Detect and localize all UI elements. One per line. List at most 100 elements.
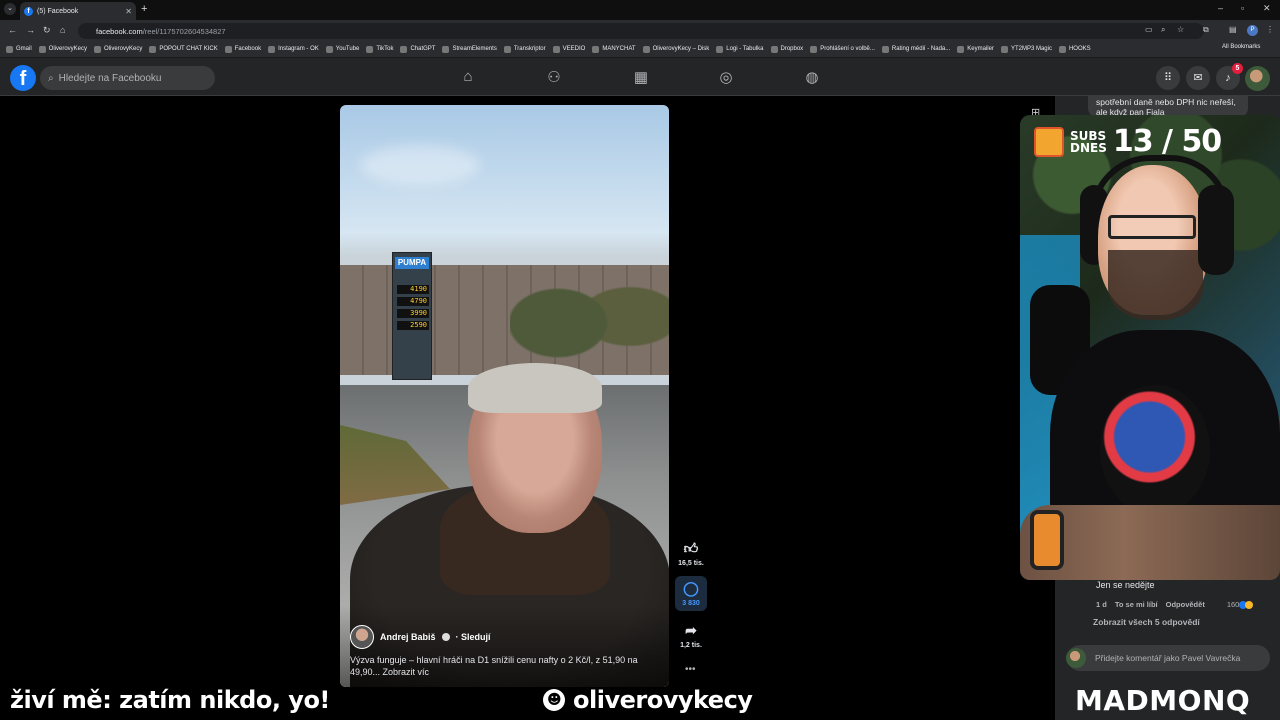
bookmark-label: Instagram - OK bbox=[278, 46, 319, 52]
close-window-icon[interactable]: ✕ bbox=[1263, 3, 1271, 14]
bookmark-label: Rating médií - Nada... bbox=[891, 46, 951, 52]
bookmark-item[interactable]: VEEDIO bbox=[552, 45, 586, 53]
home-icon[interactable]: ⌂ bbox=[60, 25, 65, 35]
subs-goal: SUBS DNES 13 / 50 bbox=[1034, 124, 1222, 159]
browser-menu-icon[interactable]: ⋮ bbox=[1266, 25, 1274, 34]
reel-author[interactable]: Andrej Babiš · Sledují bbox=[350, 625, 491, 649]
more-options-icon[interactable]: ••• bbox=[685, 664, 696, 675]
extensions-icon[interactable]: ⧉ bbox=[1203, 25, 1209, 35]
all-bookmarks-button[interactable]: All Bookmarks bbox=[1222, 44, 1260, 50]
bookmark-item[interactable]: ChatGPT bbox=[400, 45, 435, 53]
friends-nav-icon[interactable]: ⚇ bbox=[543, 68, 565, 88]
stream-ticker: živí mě: zatím nikdo, yo! bbox=[10, 686, 330, 714]
menu-grid-icon[interactable]: ⠿ bbox=[1156, 66, 1180, 90]
bookmark-label: POPOUT CHAT KICK bbox=[159, 46, 218, 52]
webcam-shirt-print bbox=[1100, 385, 1210, 515]
profile-avatar[interactable] bbox=[1245, 66, 1270, 91]
reaction-summary[interactable]: 160 bbox=[1226, 600, 1254, 610]
bookmark-label: VEEDIO bbox=[562, 46, 586, 52]
bookmark-label: StreamElements bbox=[452, 46, 497, 52]
bookmark-item[interactable]: YT2MP3 Magic bbox=[1000, 45, 1052, 53]
subs-count: 13 / 50 bbox=[1112, 124, 1222, 159]
bookmark-item[interactable]: Transkriptor bbox=[503, 45, 546, 53]
bookmark-label: Prohlášení o volbě... bbox=[820, 46, 875, 52]
bookmark-item[interactable]: Dropbox bbox=[770, 45, 803, 53]
bookmark-favicon-icon bbox=[1058, 45, 1066, 53]
thumbs-up-icon: 👍︎ bbox=[683, 540, 699, 556]
bookmark-item[interactable]: Instagram - OK bbox=[268, 45, 319, 53]
reply-like-link[interactable]: To se mi líbí bbox=[1115, 600, 1158, 609]
bookmark-label: OliverovyKecy – Disk bbox=[652, 46, 710, 52]
video-trees bbox=[510, 245, 669, 375]
reply-answer-link[interactable]: Odpovědět bbox=[1166, 600, 1205, 609]
fuel-price: 4190 bbox=[397, 285, 429, 294]
webcam-watch bbox=[1030, 510, 1064, 570]
url-host: facebook.com bbox=[96, 26, 143, 36]
bookmark-favicon-icon bbox=[1000, 45, 1008, 53]
bookmark-item[interactable]: StreamElements bbox=[442, 45, 497, 53]
subs-label: SUBS DNES bbox=[1070, 130, 1107, 154]
groups-nav-icon[interactable]: ◎ bbox=[715, 68, 737, 88]
share-button[interactable]: ➦ 1,2 tis. bbox=[675, 622, 707, 649]
bookmark-item[interactable]: MANYCHAT bbox=[592, 45, 636, 53]
bookmark-item[interactable]: YouTube bbox=[325, 45, 359, 53]
minimize-icon[interactable]: – bbox=[1218, 3, 1223, 13]
facebook-search-input[interactable]: ⌕ Hledejte na Facebooku bbox=[40, 66, 215, 90]
home-nav-icon[interactable]: ⌂ bbox=[457, 68, 479, 88]
cast-icon[interactable]: ▤ bbox=[1229, 25, 1237, 34]
marketplace-nav-icon[interactable]: ▦ bbox=[630, 68, 652, 88]
zoom-icon[interactable]: ⌕ bbox=[1161, 25, 1165, 35]
comment-bubble-icon: ◯ bbox=[683, 580, 699, 596]
webcam-beard bbox=[1108, 250, 1203, 320]
browser-profile-avatar[interactable]: P bbox=[1247, 25, 1258, 36]
facebook-logo[interactable]: f bbox=[10, 65, 36, 91]
new-tab-icon[interactable]: + bbox=[141, 3, 147, 15]
install-icon[interactable]: ▭ bbox=[1145, 25, 1153, 34]
author-avatar[interactable] bbox=[350, 625, 374, 649]
bookmark-label: Keymailer bbox=[967, 46, 994, 52]
smile-logo-icon: ☻ bbox=[543, 689, 565, 711]
comment-input[interactable]: Přidejte komentář jako Pavel Vavrečka bbox=[1067, 645, 1270, 671]
bookmark-item[interactable]: POPOUT CHAT KICK bbox=[149, 45, 218, 53]
reel-video[interactable]: PUMPA 4190 4790 3990 2590 Andrej Babiš ·… bbox=[340, 105, 669, 687]
bookmark-item[interactable]: TikTok bbox=[366, 45, 393, 53]
show-all-replies-link[interactable]: Zobrazit všech 5 odpovědí bbox=[1093, 617, 1200, 627]
bookmark-favicon-icon bbox=[957, 45, 965, 53]
gaming-nav-icon[interactable]: ◍ bbox=[801, 68, 823, 88]
back-icon[interactable]: ← bbox=[8, 25, 17, 35]
bookmark-item[interactable]: OliverovyKecy bbox=[94, 45, 142, 53]
maximize-icon[interactable]: ▫ bbox=[1241, 3, 1244, 13]
like-button[interactable]: 👍︎ 16,5 tis. bbox=[675, 540, 707, 567]
browser-tab-bar bbox=[0, 0, 1280, 20]
bookmark-item[interactable]: Rating médií - Nada... bbox=[881, 45, 951, 53]
bookmark-item[interactable]: OliverovyKecy – Disk bbox=[642, 45, 710, 53]
follow-button[interactable]: · Sledují bbox=[456, 632, 491, 642]
tab-close-icon[interactable]: ✕ bbox=[125, 7, 132, 16]
tab-search-icon[interactable]: ⌄ bbox=[4, 3, 16, 15]
video-person-hair bbox=[468, 363, 602, 413]
bookmark-item[interactable]: OliverovyKecy bbox=[38, 45, 87, 53]
bookmark-favicon-icon bbox=[149, 45, 157, 53]
reel-description[interactable]: Výzva funguje – hlavní hráči na D1 sníži… bbox=[350, 654, 660, 678]
bookmark-item[interactable]: HOOKS bbox=[1058, 45, 1091, 53]
author-name[interactable]: Andrej Babiš bbox=[380, 632, 436, 642]
bookmark-item[interactable]: Gmail bbox=[6, 45, 32, 53]
bookmark-label: MANYCHAT bbox=[602, 46, 636, 52]
bookmark-item[interactable]: Prohlášení o volbě... bbox=[810, 45, 875, 53]
search-icon: ⌕ bbox=[48, 72, 54, 84]
stream-handle-text: oliverovykecy bbox=[573, 686, 753, 714]
bookmark-item[interactable]: Facebook bbox=[224, 45, 261, 53]
address-bar[interactable]: facebook.com/reel/1175702604534827 bbox=[78, 23, 1204, 39]
bookmark-favicon-icon bbox=[6, 45, 13, 53]
reload-icon[interactable]: ↻ bbox=[43, 25, 51, 36]
comment-button[interactable]: ◯ 3 830 bbox=[675, 576, 707, 611]
reply-age: 1 d bbox=[1096, 600, 1107, 609]
bookmark-item[interactable]: Logi - Tabulka bbox=[716, 45, 764, 53]
forward-icon[interactable]: → bbox=[26, 25, 35, 35]
browser-tab[interactable]: f (5) Facebook ✕ bbox=[20, 2, 136, 20]
bookmark-item[interactable]: Keymailer bbox=[957, 45, 994, 53]
bookmark-star-icon[interactable]: ☆ bbox=[1177, 25, 1184, 34]
reaction-count: 160 bbox=[1226, 600, 1240, 609]
comment-count: 3 830 bbox=[682, 600, 700, 607]
messenger-icon[interactable]: ✉ bbox=[1186, 66, 1210, 90]
